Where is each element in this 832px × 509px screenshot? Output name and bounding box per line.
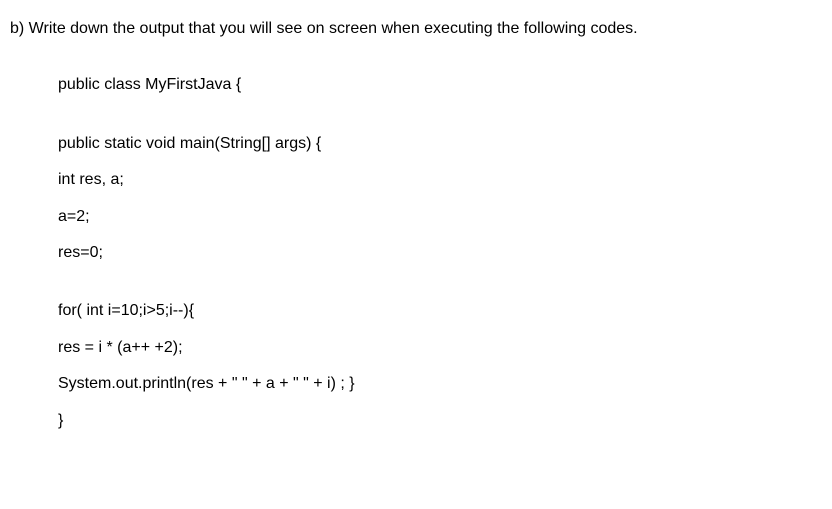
question-prompt: b) Write down the output that you will s…: [10, 18, 822, 40]
code-line: public class MyFirstJava {: [58, 74, 822, 96]
code-line: res=0;: [58, 242, 822, 264]
code-line: }: [58, 410, 822, 432]
code-line: System.out.println(res + " " + a + " " +…: [58, 373, 822, 395]
code-line: public static void main(String[] args) {: [58, 133, 822, 155]
code-block: public class MyFirstJava { public static…: [58, 74, 822, 432]
code-line: a=2;: [58, 206, 822, 228]
code-line: res = i * (a++ +2);: [58, 337, 822, 359]
code-line: for( int i=10;i>5;i--){: [58, 300, 822, 322]
code-line: int res, a;: [58, 169, 822, 191]
